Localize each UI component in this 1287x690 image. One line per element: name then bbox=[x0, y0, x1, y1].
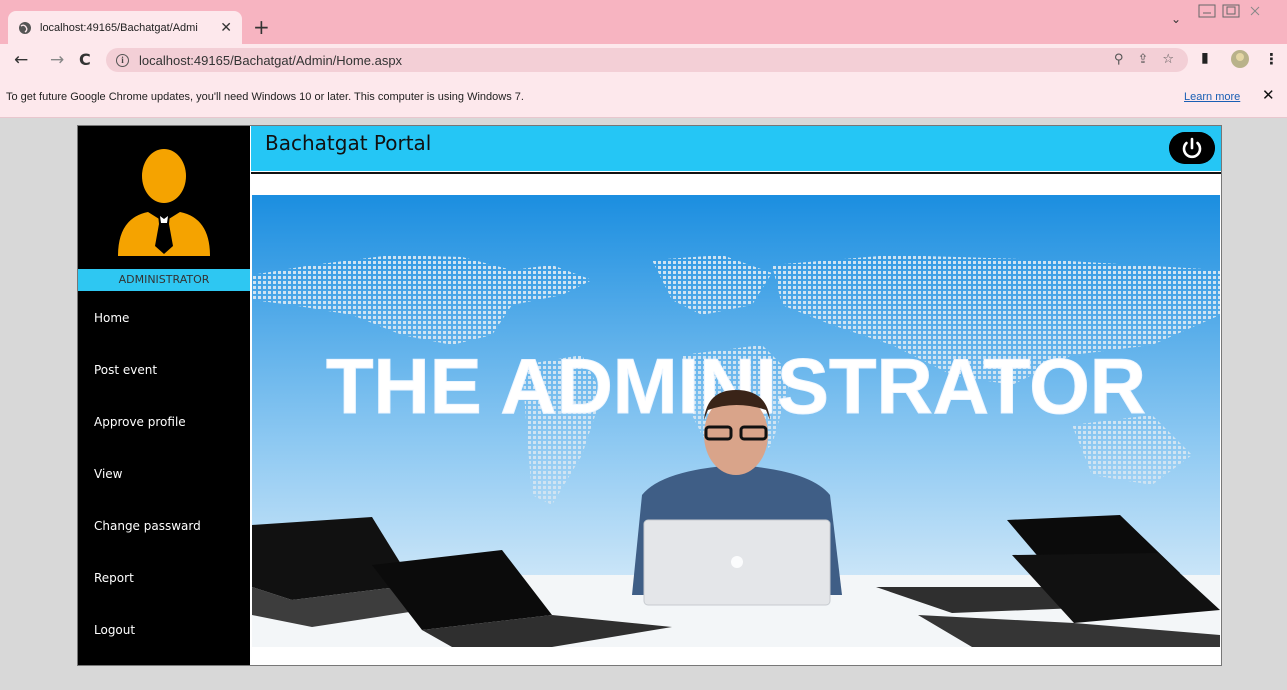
menu-dots-icon[interactable]: ⋮ bbox=[1264, 50, 1279, 68]
forward-arrow-icon[interactable]: → bbox=[50, 50, 64, 70]
tab-title: localhost:49165/Bachatgat/Admi bbox=[40, 21, 198, 34]
tab-strip: localhost:49165/Bachatgat/Admi ✕ + ⌄ bbox=[0, 0, 1287, 44]
infobar-message: To get future Google Chrome updates, you… bbox=[6, 91, 524, 103]
window-controls bbox=[1198, 4, 1264, 18]
new-tab-button[interactable]: + bbox=[253, 15, 270, 39]
sidebar-item-change-password[interactable]: Change passward bbox=[78, 500, 250, 552]
learn-more-link[interactable]: Learn more bbox=[1184, 91, 1240, 103]
close-window-icon[interactable] bbox=[1246, 4, 1264, 18]
sidebar-item-view[interactable]: View bbox=[78, 448, 250, 500]
globe-icon bbox=[19, 21, 31, 34]
sidebar: ADMINISTRATOR Home Post event Approve pr… bbox=[78, 126, 250, 665]
minimize-icon[interactable] bbox=[1198, 4, 1216, 18]
browser-toolbar: ← → C i localhost:49165/Bachatgat/Admin/… bbox=[0, 44, 1287, 76]
maximize-icon[interactable] bbox=[1222, 4, 1240, 18]
star-icon[interactable]: ☆ bbox=[1162, 52, 1174, 67]
administrator-banner-image: THE ADMINISTRATOR bbox=[252, 195, 1220, 647]
page-frame: ADMINISTRATOR Home Post event Approve pr… bbox=[77, 125, 1222, 666]
sidebar-item-logout[interactable]: Logout bbox=[78, 604, 250, 656]
close-tab-icon[interactable]: ✕ bbox=[220, 20, 232, 36]
share-icon[interactable]: ⇪ bbox=[1137, 52, 1148, 67]
url-text: localhost:49165/Bachatgat/Admin/Home.asp… bbox=[139, 52, 403, 68]
admin-avatar-icon bbox=[118, 149, 210, 256]
update-infobar: To get future Google Chrome updates, you… bbox=[0, 76, 1287, 118]
address-bar[interactable]: i localhost:49165/Bachatgat/Admin/Home.a… bbox=[106, 48, 1188, 72]
profile-avatar[interactable] bbox=[1230, 49, 1250, 69]
back-arrow-icon[interactable]: ← bbox=[14, 50, 28, 70]
close-icon[interactable]: ✕ bbox=[1262, 86, 1275, 104]
side-panel-icon[interactable]: ▮ bbox=[1201, 50, 1209, 66]
header-divider bbox=[251, 172, 1221, 174]
chevron-down-icon[interactable]: ⌄ bbox=[1171, 12, 1181, 26]
browser-tab[interactable]: localhost:49165/Bachatgat/Admi ✕ bbox=[8, 11, 242, 44]
reload-icon[interactable]: C bbox=[79, 50, 91, 69]
sidebar-item-approve-profile[interactable]: Approve profile bbox=[78, 396, 250, 448]
sidebar-item-post-event[interactable]: Post event bbox=[78, 344, 250, 396]
sidebar-menu: Home Post event Approve profile View Cha… bbox=[78, 292, 250, 656]
sidebar-item-report[interactable]: Report bbox=[78, 552, 250, 604]
zoom-icon[interactable]: ⚲ bbox=[1114, 52, 1124, 67]
power-icon[interactable] bbox=[1169, 132, 1215, 164]
info-icon[interactable]: i bbox=[116, 53, 129, 67]
page-header: Bachatgat Portal bbox=[251, 126, 1221, 171]
role-banner: ADMINISTRATOR bbox=[78, 269, 250, 291]
sidebar-item-home[interactable]: Home bbox=[78, 292, 250, 344]
page-title: Bachatgat Portal bbox=[265, 131, 432, 155]
